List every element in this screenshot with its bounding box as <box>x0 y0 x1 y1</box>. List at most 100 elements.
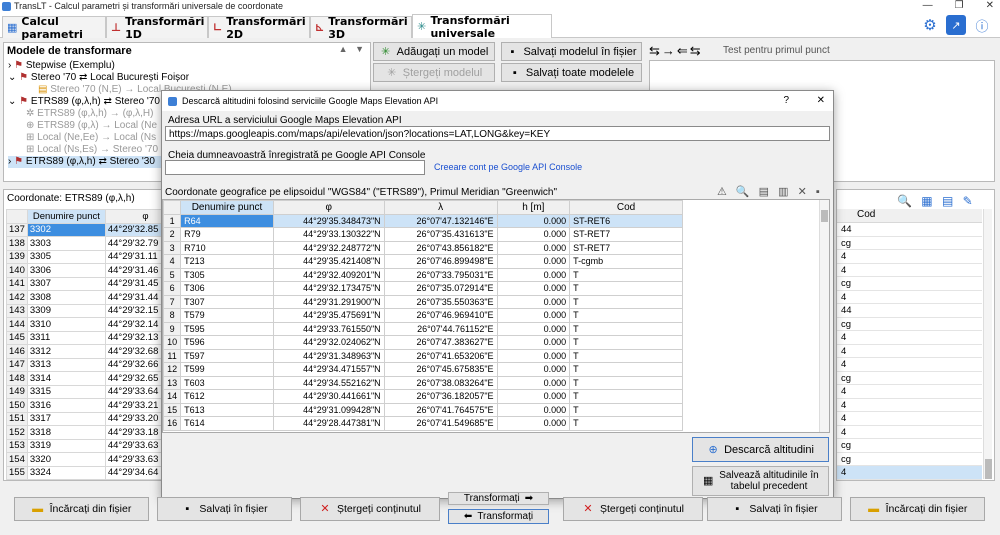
row-number[interactable]: 147 <box>6 357 28 372</box>
table-row[interactable]: 11 T597 44°29'31.348963"N 26°07'41.653206"E… <box>163 348 683 363</box>
download-altitudes-button[interactable]: ⊕ Descarcă altitudini <box>692 437 829 462</box>
table-cell[interactable]: 44°29'33.64 <box>104 384 162 399</box>
api-key-input[interactable] <box>165 160 425 175</box>
table-row[interactable]: 149 3315 44°29'33.64 <box>6 384 162 399</box>
table-cell[interactable]: cg <box>841 278 851 289</box>
table-row[interactable]: 154 3320 44°29'33.63 <box>6 452 162 467</box>
row-number[interactable]: 141 <box>6 276 28 291</box>
col-header[interactable]: Cod <box>569 200 683 215</box>
row-number[interactable]: 151 <box>6 411 28 426</box>
table-row[interactable]: 152 3318 44°29'33.18 <box>6 425 162 440</box>
table-row[interactable]: 155 3324 44°29'34.64 <box>6 465 162 480</box>
save-left-button[interactable]: ▪ Salvați în fișier <box>157 497 292 521</box>
table-cell[interactable]: 44°29'32.13 <box>104 330 162 345</box>
clear-left-button[interactable]: ✕ Ștergeți conținutul <box>300 497 440 521</box>
table-cell[interactable]: T <box>569 375 683 390</box>
table-cell[interactable]: 44°29'34.64 <box>104 465 162 480</box>
table-cell[interactable]: T <box>569 362 683 377</box>
table-cell[interactable]: 4 <box>841 359 846 370</box>
table-row[interactable]: 142 3308 44°29'31.44 <box>6 290 162 305</box>
table-cell[interactable]: 3303 <box>26 236 106 251</box>
table-row[interactable]: 151 3317 44°29'33.20 <box>6 411 162 426</box>
table-cell[interactable]: 44°29'32.173475"N <box>272 281 385 296</box>
table-cell[interactable]: 4 <box>841 427 846 438</box>
direction-arrows-icon[interactable]: ⇆→⇐⇆ <box>649 43 703 59</box>
row-number[interactable]: 3 <box>163 240 182 255</box>
row-number[interactable]: 8 <box>163 308 182 323</box>
table-cell[interactable]: R64 <box>180 213 274 228</box>
tree-item[interactable]: ⌄ ⚑ Stereo '70 ⇄ Local București Foișor <box>8 72 363 84</box>
table-row[interactable]: 140 3306 44°29'31.46 <box>6 263 162 278</box>
row-number[interactable]: 145 <box>6 330 28 345</box>
table-cell[interactable]: T213 <box>180 254 274 269</box>
help-button[interactable]: ? <box>783 95 789 106</box>
delete-model-button[interactable]: ✳ Ștergeți modelul <box>373 63 495 82</box>
table-cell[interactable]: 44°29'32.68 <box>104 344 162 359</box>
table-cell[interactable]: 3324 <box>26 465 106 480</box>
table-cell[interactable]: 44°29'32.14 <box>104 317 162 332</box>
table-cell[interactable]: 26°07'45.675835"E <box>383 362 498 377</box>
table-row[interactable]: 4 <box>837 358 982 372</box>
table-row[interactable]: 4 <box>837 412 982 426</box>
table-row[interactable]: 148 3314 44°29'32.65 <box>6 371 162 386</box>
table-cell[interactable]: 0.000 <box>496 389 571 404</box>
left-grid[interactable]: Denumire punct φ 137 3302 44°29'32.85 138 33… <box>6 209 162 480</box>
table-cell[interactable]: T <box>569 348 683 363</box>
tab-transformari-3d[interactable]: ⊾ Transformări 3D <box>310 15 412 41</box>
row-number[interactable]: 152 <box>6 425 28 440</box>
table-row[interactable]: 4 <box>837 399 982 412</box>
table-row[interactable]: 147 3313 44°29'32.66 <box>6 357 162 372</box>
table-cell[interactable]: T613 <box>180 402 274 417</box>
table-cell[interactable]: T307 <box>180 294 274 309</box>
table-cell[interactable]: 44°29'32.79 <box>104 236 162 251</box>
table-cell[interactable]: 26°07'36.182057"E <box>383 389 498 404</box>
close-window-button[interactable]: ✕ <box>986 0 994 11</box>
table-row[interactable]: 4 <box>837 466 982 480</box>
tab-transformari-2d[interactable]: ∟ Transformări 2D <box>208 15 310 41</box>
table-cell[interactable]: 4 <box>841 332 846 343</box>
clear-right-button[interactable]: ✕ Ștergeți conținutul <box>563 497 703 521</box>
table-cell[interactable]: 3316 <box>26 398 106 413</box>
table-cell[interactable]: 44 <box>841 305 852 316</box>
table-cell[interactable]: 3317 <box>26 411 106 426</box>
table-cell[interactable]: 4 <box>841 346 846 357</box>
col-header[interactable]: φ <box>272 200 385 215</box>
table-cell[interactable]: 44°29'31.44 <box>104 290 162 305</box>
elevation-grid[interactable]: Denumire punct φ λ h [m] Cod 1 R64 44°29'3… <box>163 200 683 431</box>
table-cell[interactable]: T599 <box>180 362 274 377</box>
table-cell[interactable]: 44°29'31.348963"N <box>272 348 385 363</box>
row-number[interactable]: 142 <box>6 290 28 305</box>
row-number[interactable]: 146 <box>6 344 28 359</box>
table-cell[interactable]: T614 <box>180 416 274 431</box>
right-scrollbar[interactable] <box>983 209 992 479</box>
table-cell[interactable]: 0.000 <box>496 335 571 350</box>
row-number[interactable]: 15 <box>163 402 182 417</box>
app-logo-icon[interactable]: ↗ <box>946 15 966 35</box>
table-row[interactable]: 150 3316 44°29'33.21 <box>6 398 162 413</box>
table-cell[interactable]: 44°29'32.65 <box>104 371 162 386</box>
table-cell[interactable]: 3302 <box>26 222 106 237</box>
table-cell[interactable]: 26°07'35.072914"E <box>383 281 498 296</box>
table-cell[interactable]: T579 <box>180 308 274 323</box>
row-number[interactable]: 5 <box>163 267 182 282</box>
table-row[interactable]: cg <box>837 277 982 291</box>
save-model-button[interactable]: ▪ Salvați modelul în fișier <box>501 42 642 61</box>
table-cell[interactable]: 26°07'44.761152"E <box>383 321 498 336</box>
row-number[interactable]: 138 <box>6 236 28 251</box>
table-cell[interactable]: 0.000 <box>496 267 571 282</box>
table-cell[interactable]: 44°29'33.21 <box>104 398 162 413</box>
table-cell[interactable]: 3319 <box>26 438 106 453</box>
url-input[interactable]: https://maps.googleapis.com/maps/api/ele… <box>165 126 830 141</box>
table-cell[interactable]: 44°29'35.475691"N <box>272 308 385 323</box>
row-number[interactable]: 11 <box>163 348 182 363</box>
table-row[interactable]: 4 <box>837 250 982 264</box>
table-cell[interactable]: 0.000 <box>496 254 571 269</box>
table-row[interactable]: 7 T307 44°29'31.291900"N 26°07'35.550363"E 0… <box>163 294 683 309</box>
table-row[interactable]: 4 <box>837 264 982 277</box>
table-cell[interactable]: T305 <box>180 267 274 282</box>
table-cell[interactable]: T612 <box>180 389 274 404</box>
table-cell[interactable]: 3312 <box>26 344 106 359</box>
table-cell[interactable]: 44°29'33.761550"N <box>272 321 385 336</box>
table-cell[interactable]: T595 <box>180 321 274 336</box>
table-row[interactable]: 10 T596 44°29'32.024062"N 26°07'47.383627"E… <box>163 335 683 350</box>
